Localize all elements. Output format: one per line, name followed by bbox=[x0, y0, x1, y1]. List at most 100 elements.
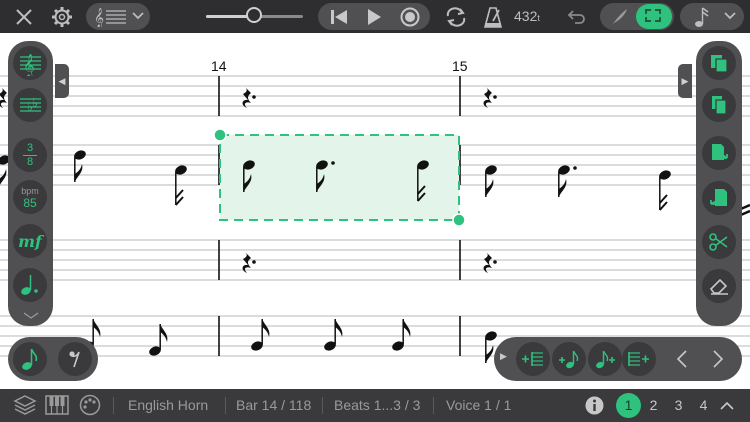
selection-box[interactable] bbox=[219, 134, 460, 221]
voice-4-button[interactable]: 4 bbox=[691, 393, 716, 418]
divider bbox=[433, 397, 434, 414]
view-mode-dropdown[interactable]: 𝄞 bbox=[86, 3, 150, 30]
dot bbox=[573, 166, 577, 170]
record-icon[interactable] bbox=[400, 7, 420, 27]
time-signature-button[interactable]: 3 8 bbox=[13, 138, 47, 172]
score-canvas[interactable]: 14 15 bbox=[0, 33, 750, 389]
paste-button[interactable] bbox=[702, 136, 736, 170]
note[interactable] bbox=[147, 323, 169, 358]
next-button[interactable] bbox=[701, 342, 735, 376]
rest-mode-button[interactable] bbox=[58, 342, 92, 376]
key-signature-button[interactable]: ♭ ♭ bbox=[13, 88, 47, 122]
add-note-icon bbox=[559, 350, 579, 369]
rest[interactable] bbox=[242, 87, 256, 108]
copy-button[interactable] bbox=[702, 46, 736, 80]
beats-range: Beats 1...3 / 3 bbox=[334, 397, 421, 413]
insert-bar-button[interactable] bbox=[622, 342, 656, 376]
chevron-down-icon bbox=[132, 12, 144, 20]
note[interactable] bbox=[174, 164, 188, 206]
layers-icon[interactable] bbox=[13, 394, 37, 416]
left-panel-collapse-arrow[interactable]: ◀ bbox=[55, 64, 69, 98]
rest[interactable] bbox=[483, 87, 497, 108]
quill-pen-icon[interactable] bbox=[610, 8, 628, 26]
tempo-readout: 432t bbox=[514, 0, 540, 33]
treble-clef-staff-button[interactable]: 𝄞 bbox=[13, 46, 47, 80]
dynamics-button[interactable]: mf bbox=[13, 224, 47, 258]
note[interactable] bbox=[658, 169, 672, 211]
voice-2-button[interactable]: 2 bbox=[641, 393, 666, 418]
eraser-icon bbox=[709, 278, 728, 295]
voice-indicator: Voice 1 / 1 bbox=[446, 397, 512, 413]
right-panel-collapse-arrow[interactable]: ▶ bbox=[678, 64, 692, 98]
selection-handle-start[interactable] bbox=[213, 128, 227, 142]
bar-number-14: 14 bbox=[211, 58, 227, 74]
chevron-down-icon bbox=[724, 12, 736, 20]
volume-slider[interactable] bbox=[206, 7, 303, 23]
rewind-icon[interactable] bbox=[330, 9, 348, 25]
add-staff-icon bbox=[522, 352, 543, 366]
selection-handle-end[interactable] bbox=[452, 213, 466, 227]
left-tool-panel: 𝄞 ♭ ♭ 3 8 bpm 85 mf bbox=[8, 41, 53, 326]
play-icon[interactable] bbox=[366, 8, 382, 26]
duplicate-button[interactable] bbox=[702, 88, 736, 122]
add-bar-icon bbox=[628, 352, 649, 366]
volume-slider-thumb[interactable] bbox=[246, 7, 262, 23]
insert-icon bbox=[710, 189, 727, 206]
metronome-icon[interactable] bbox=[481, 0, 505, 33]
selection-rectangle-icon bbox=[645, 9, 661, 22]
dotted-quarter-note-icon bbox=[21, 275, 38, 295]
piano-keyboard-icon[interactable] bbox=[45, 395, 69, 415]
cut-button[interactable] bbox=[702, 225, 736, 259]
scissors-icon bbox=[709, 233, 728, 251]
insert-button[interactable] bbox=[702, 181, 736, 215]
bpm-value: 85 bbox=[23, 196, 37, 210]
paste-icon bbox=[712, 144, 728, 160]
gear-icon[interactable] bbox=[47, 0, 77, 33]
note-rest-toggle bbox=[8, 337, 98, 381]
close-icon[interactable] bbox=[10, 0, 38, 33]
previous-button[interactable] bbox=[665, 342, 699, 376]
right-edit-panel bbox=[696, 41, 742, 326]
bar-position: Bar 14 / 118 bbox=[236, 397, 312, 413]
info-icon[interactable] bbox=[585, 396, 604, 415]
key-signature-icon: ♭♭ bbox=[20, 96, 41, 115]
note-mode-button[interactable] bbox=[13, 342, 47, 376]
chevron-up-icon[interactable] bbox=[720, 401, 734, 410]
tempo-button[interactable]: bpm 85 bbox=[13, 180, 47, 214]
selection-mode-button[interactable] bbox=[636, 4, 672, 29]
voice-3-button[interactable]: 3 bbox=[666, 393, 691, 418]
clef-staff-icon: 𝄞 bbox=[20, 53, 41, 76]
svg-text:𝄞: 𝄞 bbox=[23, 53, 35, 76]
note-value-dropdown[interactable] bbox=[680, 3, 744, 30]
insert-beat-button[interactable] bbox=[588, 342, 622, 376]
instrument-name[interactable]: English Horn bbox=[128, 389, 208, 422]
insert-note-button[interactable] bbox=[552, 342, 586, 376]
divider bbox=[225, 397, 226, 414]
insert-staff-button[interactable] bbox=[516, 342, 550, 376]
duplicate-icon bbox=[712, 96, 727, 115]
tempo-suffix: t bbox=[537, 13, 540, 23]
time-signature-top: 3 bbox=[26, 141, 34, 154]
eraser-button[interactable] bbox=[702, 269, 736, 303]
bar-number-15: 15 bbox=[452, 58, 468, 74]
insert-tools-panel: ▶ bbox=[494, 337, 742, 381]
dotted-note-button[interactable] bbox=[13, 268, 47, 302]
chevron-down-icon[interactable] bbox=[22, 312, 40, 320]
chevron-left-icon bbox=[676, 350, 687, 368]
eighth-note-icon bbox=[22, 348, 38, 370]
add-beat-icon bbox=[596, 350, 615, 369]
score-view-icon: 𝄞 bbox=[94, 8, 126, 27]
chevron-right-icon bbox=[713, 350, 724, 368]
transport-group bbox=[318, 3, 430, 30]
note[interactable] bbox=[483, 163, 499, 198]
insert-panel-arrow[interactable]: ▶ bbox=[500, 351, 507, 362]
undo-icon[interactable] bbox=[562, 0, 588, 33]
time-signature-bottom: 8 bbox=[26, 155, 34, 168]
voice-1-button[interactable]: 1 bbox=[616, 393, 641, 418]
copy-icon bbox=[711, 55, 728, 73]
dot bbox=[331, 161, 335, 165]
note[interactable] bbox=[556, 163, 572, 198]
divider bbox=[113, 397, 114, 414]
instrument-palette-icon[interactable] bbox=[78, 394, 102, 416]
loop-icon[interactable] bbox=[442, 0, 470, 33]
